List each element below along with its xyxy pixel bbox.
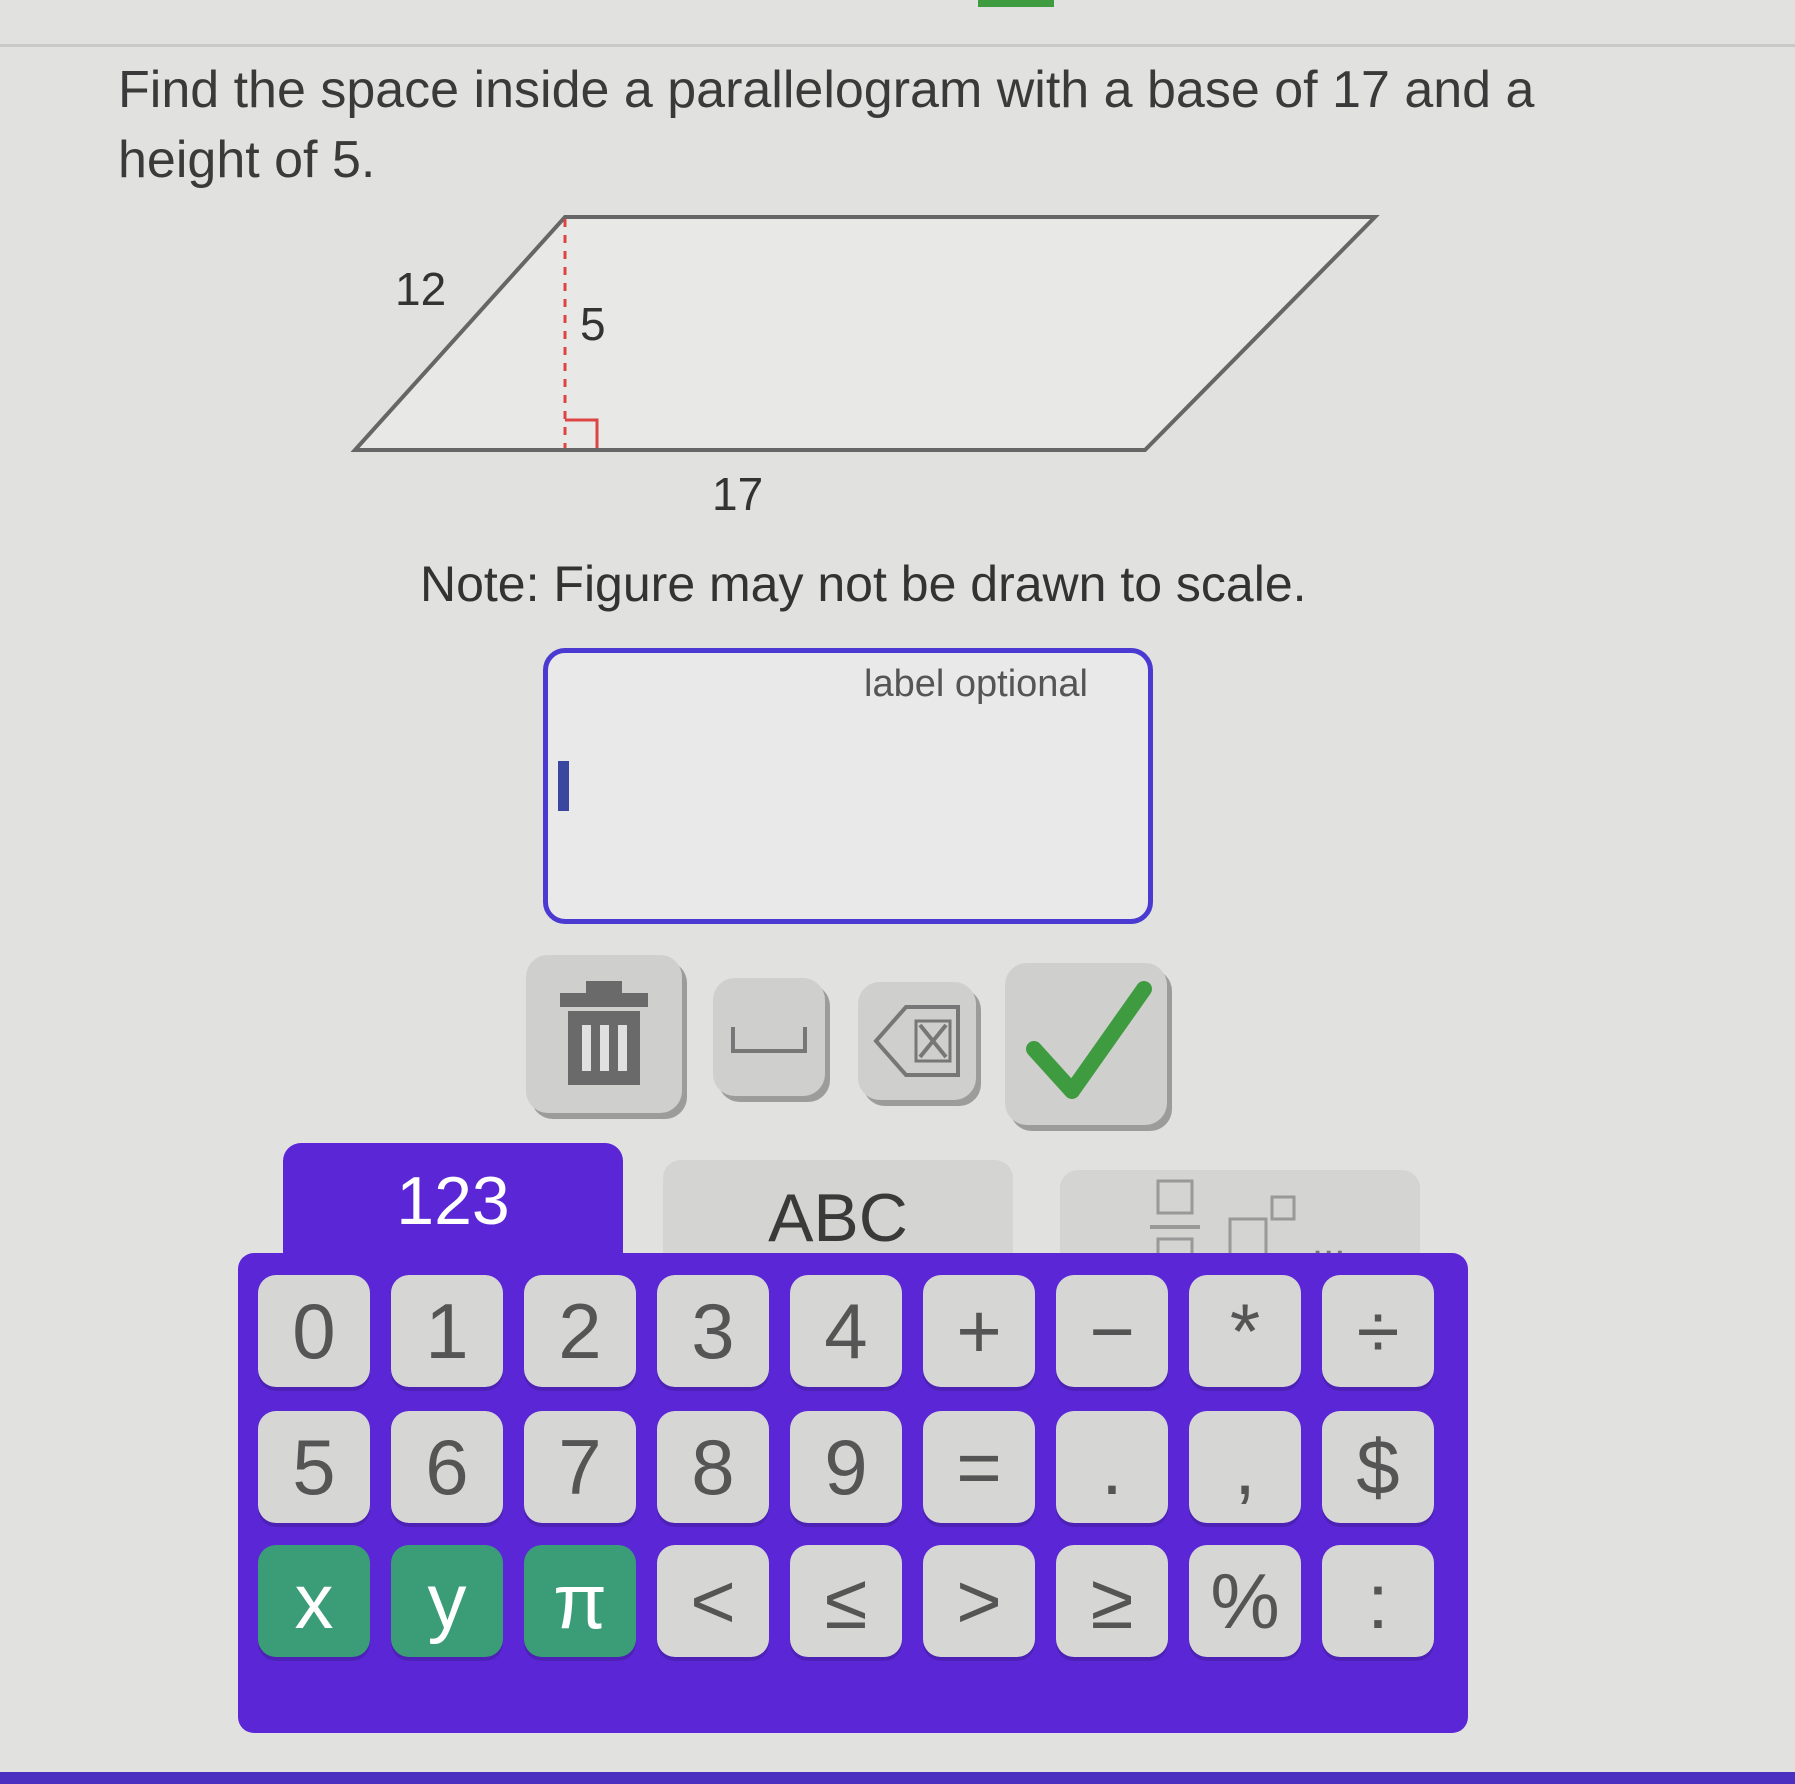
key-4[interactable]: 4 — [790, 1275, 902, 1387]
checkmark-icon — [1026, 981, 1152, 1099]
keypad: 0 1 2 3 4 + − * ÷ 5 6 7 8 9 =., $ x y π < ≤ > ≥%: — [238, 1253, 1468, 1733]
key-percent[interactable]: % — [1189, 1545, 1301, 1657]
key-9[interactable]: 9 — [790, 1411, 902, 1523]
key-3[interactable]: 3 — [657, 1275, 769, 1387]
key-less-than[interactable]: < — [657, 1545, 769, 1657]
question-text: Find the space inside a parallelogram wi… — [118, 61, 1535, 189]
key-greater-equal[interactable]: ≥ — [1056, 1545, 1168, 1657]
submit-button[interactable] — [1005, 963, 1167, 1125]
key-colon[interactable]: : — [1322, 1545, 1434, 1657]
key-y[interactable]: y — [391, 1545, 503, 1657]
key-pi[interactable]: π — [524, 1545, 636, 1657]
bottom-strip — [0, 1772, 1795, 1784]
key-7[interactable]: 7 — [524, 1411, 636, 1523]
key-minus[interactable]: − — [1056, 1275, 1168, 1387]
key-decimal-point[interactable]: . — [1056, 1411, 1168, 1523]
key-comma[interactable]: , — [1189, 1411, 1301, 1523]
answer-placeholder: label optional — [864, 663, 1088, 705]
key-dollar[interactable]: $ — [1322, 1411, 1434, 1523]
parallelogram-figure: 12 5 17 — [340, 205, 1400, 540]
tab-numbers[interactable]: 123 — [283, 1143, 623, 1258]
parallelogram-diagram: 12 5 17 — [350, 215, 1380, 520]
text-cursor — [558, 761, 569, 811]
answer-input[interactable]: label optional — [543, 648, 1153, 924]
key-greater-than[interactable]: > — [923, 1545, 1035, 1657]
key-divide[interactable]: ÷ — [1322, 1275, 1434, 1387]
side-label: 12 — [395, 263, 446, 315]
scale-note: Note: Figure may not be drawn to scale. — [420, 556, 1307, 612]
key-equals[interactable]: = — [923, 1411, 1035, 1523]
progress-accent — [978, 0, 1054, 7]
parallelogram-shape — [350, 215, 1380, 452]
key-0[interactable]: 0 — [258, 1275, 370, 1387]
height-label: 5 — [580, 298, 606, 350]
key-multiply[interactable]: * — [1189, 1275, 1301, 1387]
key-plus[interactable]: + — [923, 1275, 1035, 1387]
space-button[interactable] — [713, 978, 825, 1096]
key-6[interactable]: 6 — [391, 1411, 503, 1523]
space-bar-icon — [731, 1027, 807, 1053]
clear-button[interactable] — [526, 955, 682, 1113]
backspace-button[interactable] — [858, 982, 976, 1100]
header-divider — [0, 44, 1795, 47]
trash-icon — [560, 981, 648, 1085]
key-1[interactable]: 1 — [391, 1275, 503, 1387]
backspace-icon — [873, 1005, 960, 1077]
base-label: 17 — [712, 468, 763, 520]
key-x[interactable]: x — [258, 1545, 370, 1657]
key-less-equal[interactable]: ≤ — [790, 1545, 902, 1657]
key-8[interactable]: 8 — [657, 1411, 769, 1523]
key-5[interactable]: 5 — [258, 1411, 370, 1523]
key-2[interactable]: 2 — [524, 1275, 636, 1387]
